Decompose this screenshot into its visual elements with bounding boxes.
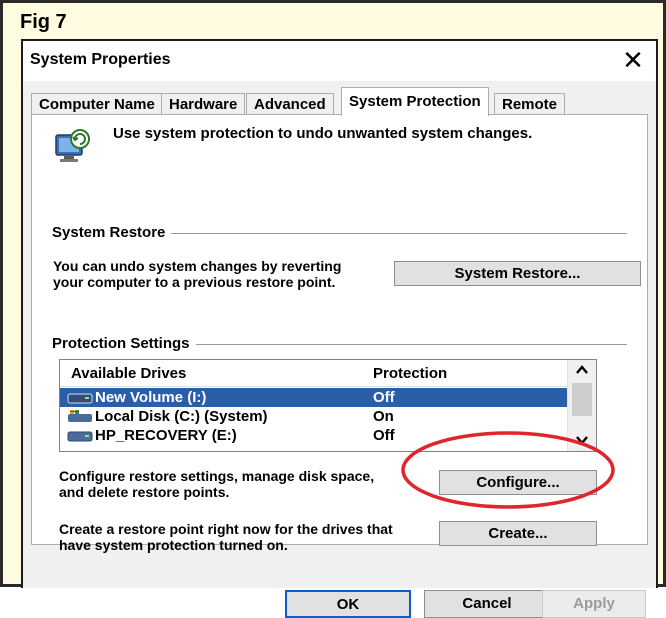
dialog-body: Computer Name Hardware Advanced System P… — [23, 81, 656, 618]
tab-computer-name[interactable]: Computer Name — [31, 93, 163, 115]
system-restore-text-line1: You can undo system changes by reverting — [53, 258, 342, 274]
system-drive-icon — [68, 410, 92, 422]
configure-text-line1: Configure restore settings, manage disk … — [59, 468, 375, 484]
drives-list[interactable]: Available Drives Protection New Volume (… — [59, 359, 597, 452]
window-title: System Properties — [30, 51, 171, 68]
tab-hardware[interactable]: Hardware — [161, 93, 246, 115]
figure-frame: Fig 7 System Properties ✕ Computer Name … — [0, 0, 666, 618]
system-protection-icon — [55, 129, 90, 162]
drive-name: HP_RECOVERY (E:) — [95, 427, 237, 444]
drives-list-header: Available Drives Protection — [60, 360, 568, 387]
system-protection-panel: Use system protection to undo unwanted s… — [31, 114, 648, 553]
create-text-line2: have system protection turned on. — [59, 537, 288, 553]
cancel-button[interactable]: Cancel — [424, 590, 550, 618]
system-restore-text: You can undo system changes by reverting… — [53, 258, 341, 290]
column-header-available-drives[interactable]: Available Drives — [71, 365, 186, 382]
title-bar: System Properties ✕ — [23, 41, 656, 81]
ok-button[interactable]: OK — [285, 590, 411, 618]
scroll-up-icon[interactable] — [568, 360, 596, 380]
scroll-thumb[interactable] — [572, 383, 592, 416]
drive-icon — [67, 393, 93, 404]
system-restore-group-label: System Restore — [52, 224, 172, 241]
tab-system-protection[interactable]: System Protection — [341, 87, 489, 116]
create-button[interactable]: Create... — [439, 521, 597, 546]
create-text: Create a restore point right now for the… — [59, 521, 393, 553]
configure-text: Configure restore settings, manage disk … — [59, 468, 374, 500]
drive-row-local-disk[interactable]: Local Disk (C:) (System) On — [60, 407, 568, 426]
drive-name: New Volume (I:) — [95, 389, 207, 406]
drive-name: Local Disk (C:) (System) — [95, 408, 268, 425]
configure-text-line2: and delete restore points. — [59, 484, 230, 500]
protection-settings-group-label: Protection Settings — [52, 335, 196, 352]
close-icon[interactable]: ✕ — [618, 45, 648, 75]
drive-protection-status: Off — [373, 389, 395, 406]
figure-label: Fig 7 — [20, 11, 67, 33]
drive-row-hp-recovery[interactable]: HP_RECOVERY (E:) Off — [60, 426, 568, 445]
drive-row-new-volume[interactable]: New Volume (I:) Off — [60, 388, 568, 407]
column-header-protection[interactable]: Protection — [373, 365, 447, 382]
scroll-down-icon[interactable] — [568, 430, 596, 450]
drive-protection-status: On — [373, 408, 394, 425]
system-restore-text-line2: your computer to a previous restore poin… — [53, 274, 336, 290]
tab-advanced[interactable]: Advanced — [246, 93, 334, 115]
drive-icon — [67, 431, 93, 442]
apply-button: Apply — [542, 590, 646, 618]
system-restore-button[interactable]: System Restore... — [394, 261, 641, 286]
system-properties-window: System Properties ✕ Computer Name Hardwa… — [21, 39, 658, 618]
drives-list-scrollbar[interactable] — [567, 360, 596, 451]
create-text-line1: Create a restore point right now for the… — [59, 521, 393, 537]
tab-remote[interactable]: Remote — [494, 93, 566, 115]
panel-description: Use system protection to undo unwanted s… — [113, 125, 533, 142]
drive-protection-status: Off — [373, 427, 395, 444]
configure-button[interactable]: Configure... — [439, 470, 597, 495]
